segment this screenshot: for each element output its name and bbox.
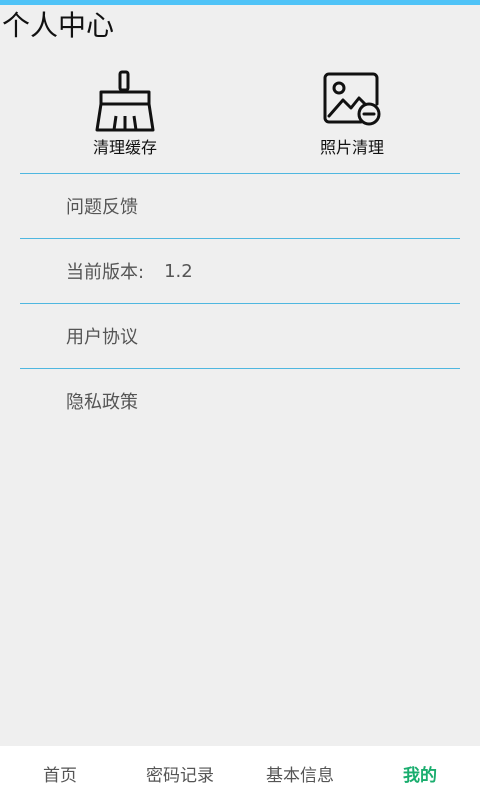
clear-cache-label: 清理缓存 bbox=[92, 138, 157, 157]
nav-tab-home[interactable]: 首页 bbox=[0, 746, 120, 800]
page-title: 个人中心 bbox=[2, 9, 115, 42]
menu-item-version[interactable]: 当前版本: 1.2 bbox=[20, 238, 460, 303]
clear-cache-button[interactable]: 清理缓存 bbox=[55, 70, 195, 158]
version-label: 当前版本: bbox=[66, 262, 145, 283]
settings-menu: 问题反馈 当前版本: 1.2 用户协议 隐私政策 bbox=[20, 173, 460, 433]
personal-center-screen: 个人中心 清理缓存 照片清理 问题反馈 当前版本: 1.2 用户协议 隐私政策 … bbox=[0, 0, 480, 800]
version-value: 1.2 bbox=[164, 260, 193, 282]
nav-tab-mine[interactable]: 我的 bbox=[360, 746, 480, 800]
broom-icon bbox=[95, 70, 155, 132]
menu-item-feedback[interactable]: 问题反馈 bbox=[20, 173, 460, 238]
menu-item-privacy-policy[interactable]: 隐私政策 bbox=[20, 368, 460, 433]
nav-tab-basic-info[interactable]: 基本信息 bbox=[240, 746, 360, 800]
nav-tab-password-records[interactable]: 密码记录 bbox=[120, 746, 240, 800]
bottom-navigation: 首页 密码记录 基本信息 我的 bbox=[0, 746, 480, 800]
privacy-policy-label: 隐私政策 bbox=[66, 392, 138, 413]
menu-item-user-agreement[interactable]: 用户协议 bbox=[20, 303, 460, 368]
photo-clean-button[interactable]: 照片清理 bbox=[282, 70, 422, 158]
feedback-label: 问题反馈 bbox=[66, 197, 138, 218]
photo-clean-label: 照片清理 bbox=[319, 138, 384, 157]
photo-delete-icon bbox=[323, 72, 381, 126]
top-accent-bar bbox=[0, 0, 480, 5]
user-agreement-label: 用户协议 bbox=[66, 327, 138, 348]
